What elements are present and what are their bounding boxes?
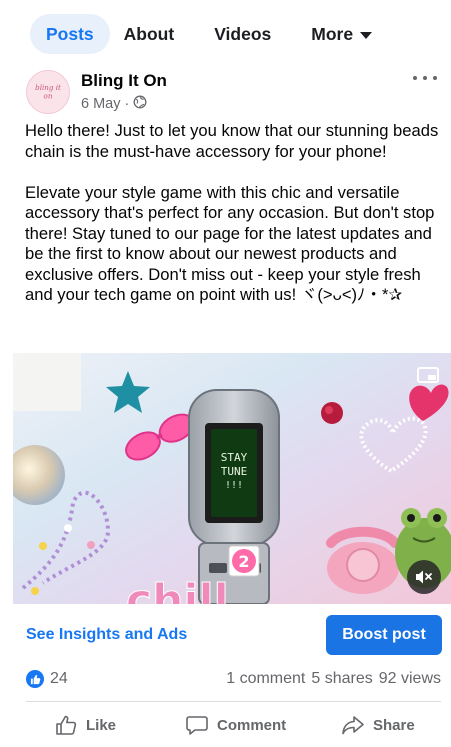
page-name[interactable]: Bling It On bbox=[81, 71, 167, 91]
rose-charm bbox=[321, 402, 343, 424]
like-button[interactable]: Like bbox=[55, 707, 116, 743]
engagement-stats: 24 1 comment 5 shares 92 views bbox=[26, 664, 441, 694]
share-label: Share bbox=[373, 716, 415, 734]
comment-label: Comment bbox=[217, 716, 287, 734]
like-reaction-icon bbox=[26, 670, 44, 688]
number-badge: 2 bbox=[238, 552, 249, 571]
mute-button[interactable] bbox=[407, 560, 441, 594]
chill-sticker: chill bbox=[126, 575, 229, 604]
tab-videos[interactable]: Videos bbox=[214, 14, 271, 54]
reaction-summary[interactable]: 24 bbox=[26, 670, 68, 688]
insights-row: See Insights and Ads Boost post bbox=[0, 612, 451, 656]
comment-count[interactable]: 1 comment bbox=[226, 670, 305, 688]
post-date[interactable]: 6 May bbox=[81, 96, 121, 112]
post-video[interactable]: STAY TUNE !!! 2 chill bbox=[13, 353, 451, 604]
avatar-logo-line2: on bbox=[44, 92, 53, 101]
divider bbox=[26, 701, 441, 702]
phone-screen-line3: !!! bbox=[225, 480, 243, 491]
video-frame: STAY TUNE !!! 2 chill bbox=[13, 353, 451, 604]
view-count: 92 views bbox=[378, 670, 441, 687]
picture-in-picture-icon[interactable] bbox=[417, 367, 439, 383]
tab-more[interactable]: More bbox=[311, 14, 373, 54]
post-body: Hello there! Just to let you know that o… bbox=[25, 121, 439, 304]
page-tabs: Posts About Videos More bbox=[30, 14, 431, 54]
avatar[interactable]: bling it on bbox=[26, 70, 70, 114]
phone-screen-line1: STAY bbox=[221, 451, 248, 464]
boost-post-button[interactable]: Boost post bbox=[326, 615, 442, 655]
comment-button[interactable]: Comment bbox=[186, 707, 286, 743]
see-insights-link[interactable]: See Insights and Ads bbox=[26, 626, 187, 644]
tab-about[interactable]: About bbox=[124, 14, 175, 54]
muted-speaker-icon bbox=[416, 570, 432, 584]
meta-separator: · bbox=[124, 96, 130, 112]
tab-posts[interactable]: Posts bbox=[30, 14, 110, 54]
phone-screen-line2: TUNE bbox=[221, 465, 248, 478]
more-options-icon[interactable] bbox=[413, 70, 437, 86]
post-meta: 6 May · bbox=[81, 95, 147, 113]
globe-icon bbox=[133, 95, 147, 113]
like-label: Like bbox=[86, 716, 117, 734]
post-actions: Like Comment Share bbox=[0, 707, 451, 743]
tab-more-label: More bbox=[311, 23, 354, 44]
share-arrow-icon bbox=[342, 716, 364, 735]
avatar-logo: bling it on bbox=[27, 71, 69, 113]
thumbs-up-icon bbox=[56, 715, 77, 735]
share-button[interactable]: Share bbox=[342, 707, 415, 743]
comment-bubble-icon bbox=[186, 716, 208, 735]
stats-counts: 1 comment 5 shares 92 views bbox=[220, 670, 441, 688]
share-count[interactable]: 5 shares bbox=[311, 670, 372, 688]
post-header: bling it on Bling It On 6 May · bbox=[26, 68, 437, 116]
caret-down-icon bbox=[360, 31, 373, 39]
like-count: 24 bbox=[50, 670, 68, 687]
